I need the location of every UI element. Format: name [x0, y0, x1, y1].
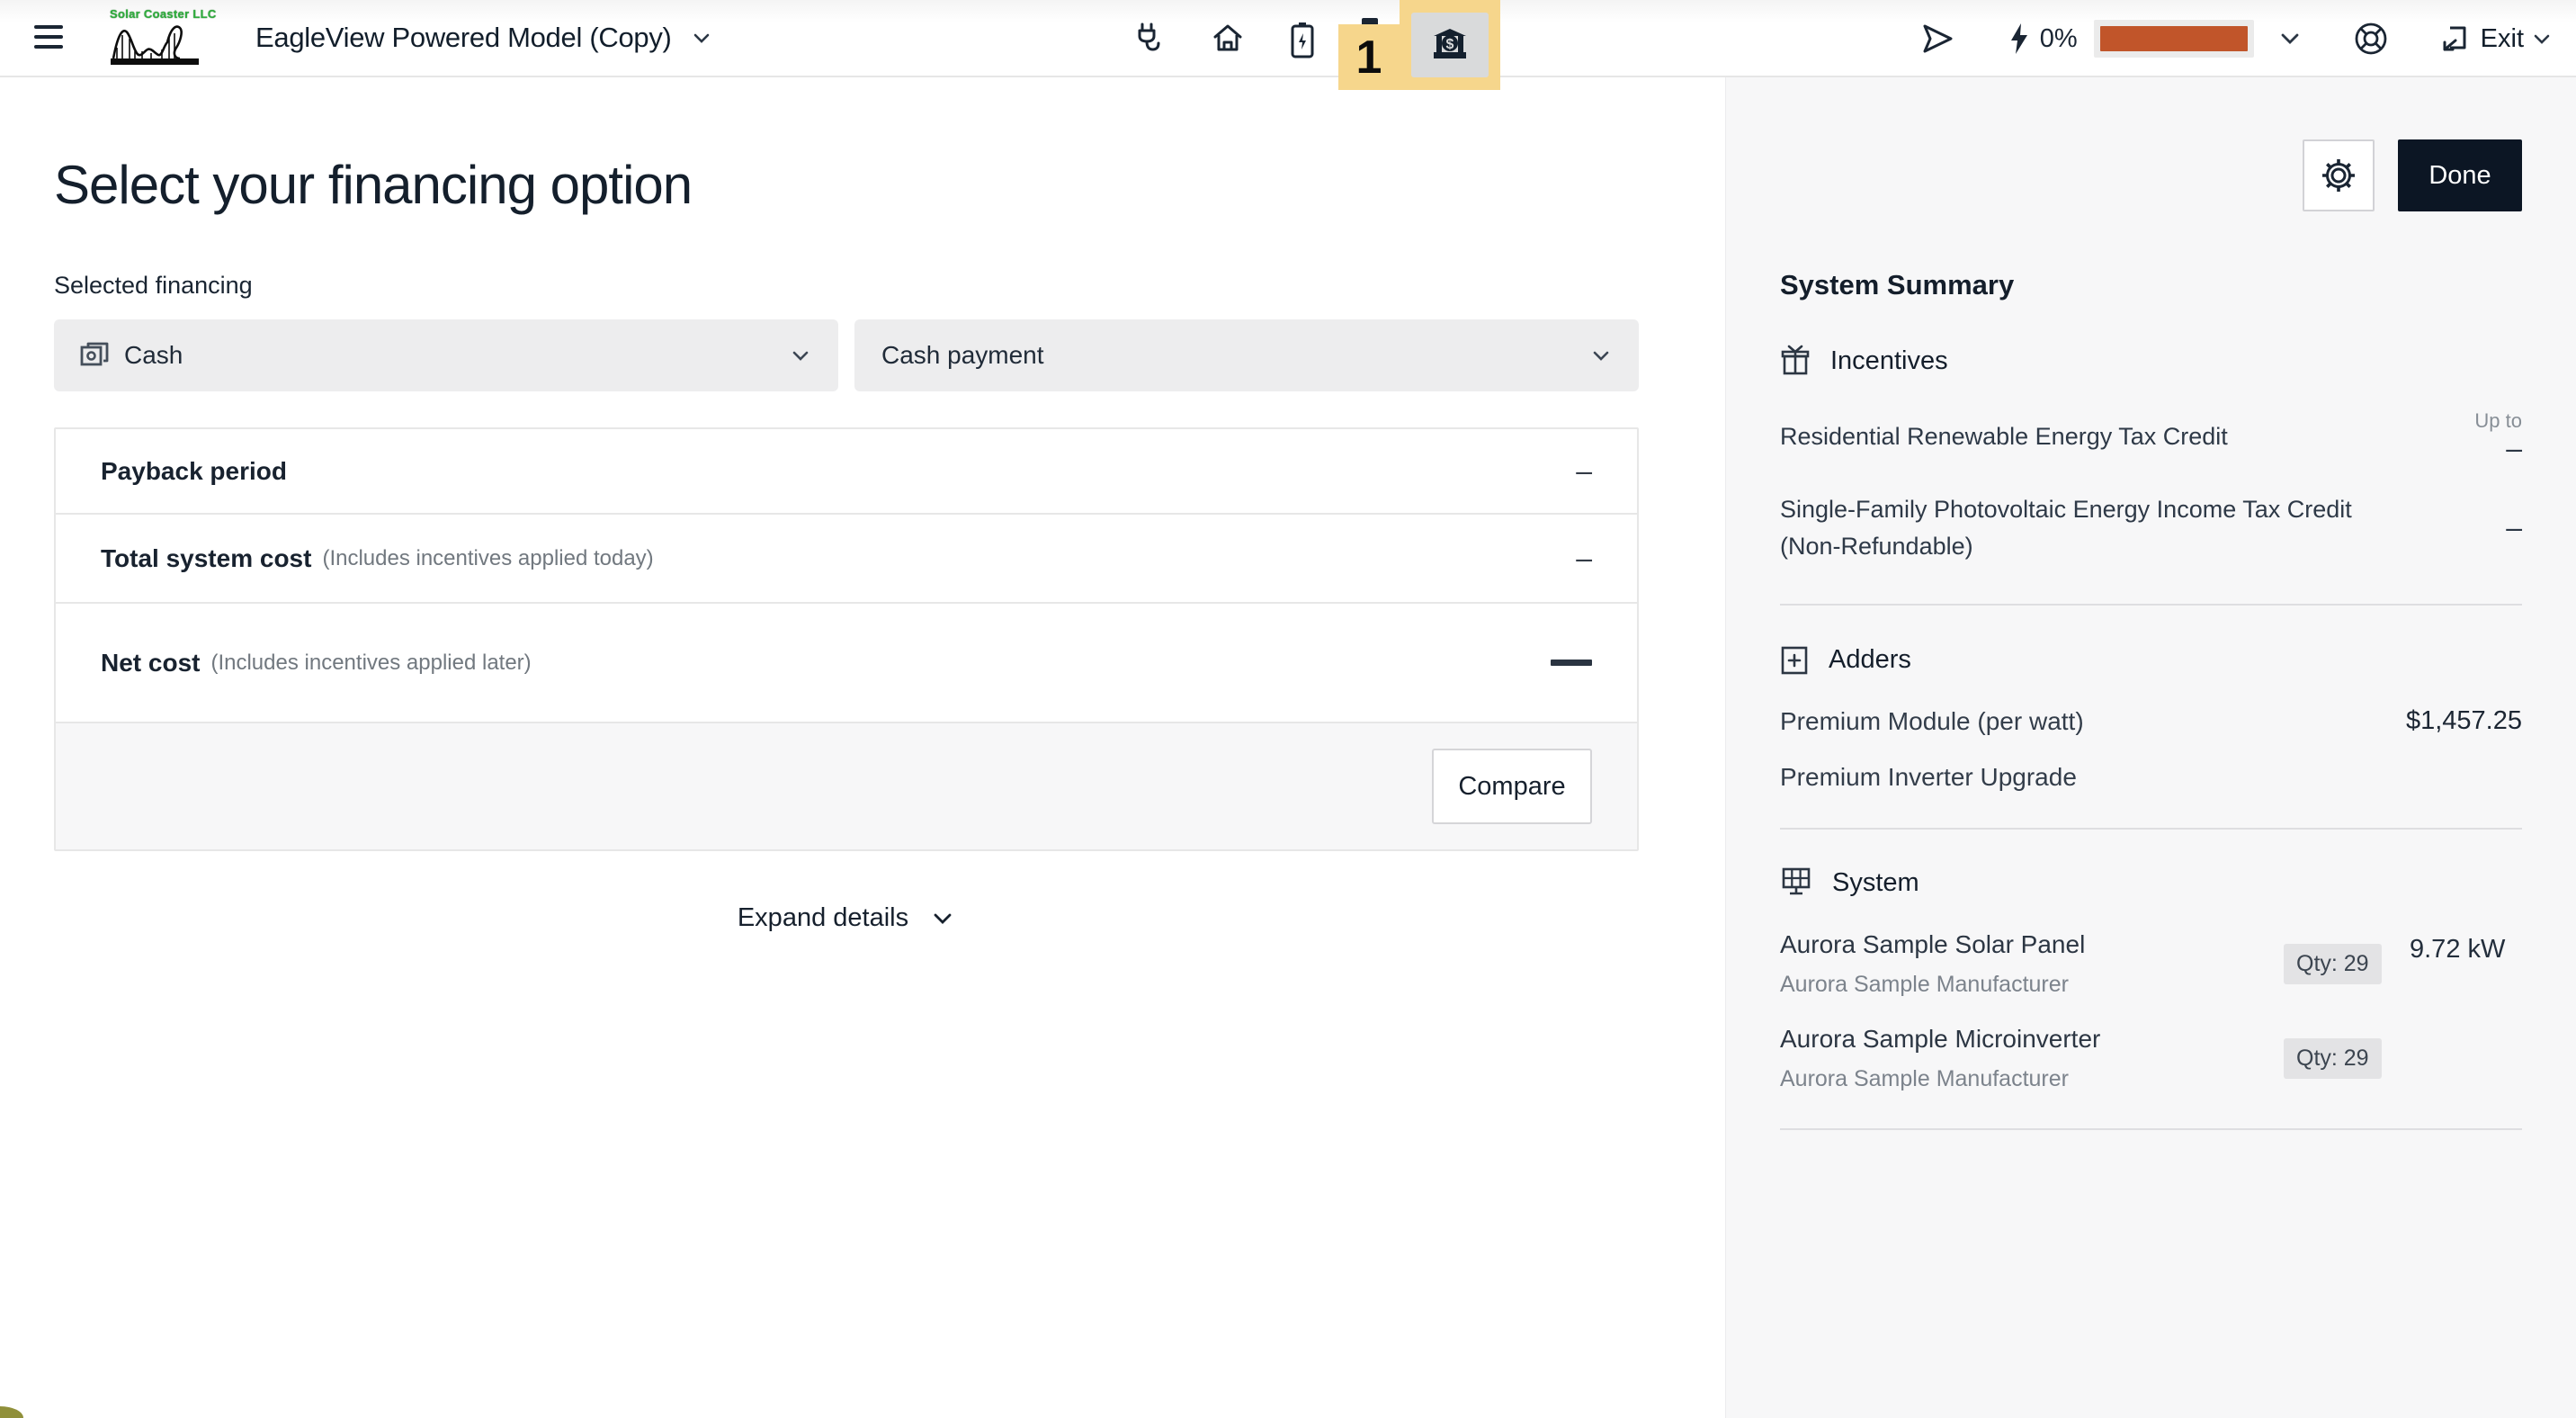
page-title: Select your financing option [54, 158, 1671, 212]
offset-progress-fill [2100, 26, 2248, 51]
total-system-cost-value: – [1576, 542, 1592, 575]
chevron-down-icon [930, 906, 955, 931]
incentive-name: Single-Family Photovoltaic Energy Income… [1780, 491, 2392, 564]
net-cost-label: Net cost [101, 649, 200, 678]
utility-plug-icon[interactable] [1131, 22, 1164, 56]
net-cost-row[interactable]: Net cost (Includes incentives applied la… [56, 604, 1637, 723]
payback-period-value: – [1576, 454, 1592, 488]
net-cost-note: (Includes incentives applied later) [210, 651, 531, 676]
adders-section-label: Adders [1829, 645, 1911, 675]
send-proposal-icon[interactable] [1921, 22, 1955, 55]
exit-chevron-down-icon [2531, 28, 2553, 49]
compare-button[interactable]: Compare [1432, 749, 1592, 824]
section-divider [1780, 604, 2522, 606]
component-capacity: 9.72 kW [2410, 930, 2518, 970]
adder-name: Premium Inverter Upgrade [1780, 763, 2077, 792]
total-system-cost-note: (Includes incentives applied today) [322, 546, 653, 571]
financing-main-panel: Select your financing option Selected fi… [0, 77, 1725, 1418]
system-summary-title: System Summary [1780, 269, 2522, 301]
project-title-menu[interactable]: EagleView Powered Model (Copy) [255, 22, 713, 54]
financing-summary-card: Payback period – Total system cost (Incl… [54, 427, 1639, 851]
solar-panel-icon [1780, 866, 1812, 900]
total-system-cost-label: Total system cost [101, 544, 311, 573]
incentive-item: Single-Family Photovoltaic Energy Income… [1780, 491, 2522, 564]
gift-icon [1780, 345, 1811, 377]
payback-period-label: Payback period [101, 457, 287, 486]
adder-name: Premium Module (per watt) [1780, 707, 2084, 736]
home-icon[interactable] [1211, 22, 1245, 56]
component-name: Aurora Sample Microinverter [1780, 1025, 2284, 1054]
done-button[interactable]: Done [2398, 139, 2522, 211]
company-logo[interactable]: Solar Coaster LLC [110, 7, 216, 70]
financing-type-value: Cash [124, 341, 183, 370]
svg-text:$: $ [1446, 37, 1454, 52]
component-name: Aurora Sample Solar Panel [1780, 930, 2284, 959]
exit-label: Exit [2481, 24, 2524, 54]
payment-option-value: Cash payment [881, 341, 1044, 370]
card-footer: Compare [56, 723, 1637, 849]
charge-percent: 0% [2040, 24, 2078, 54]
chevron-down-icon [788, 343, 813, 368]
financing-type-dropdown[interactable]: Cash [54, 319, 838, 391]
rollercoaster-logo-icon [110, 21, 210, 66]
annotation-step-badge: 1 [1338, 24, 1400, 90]
exit-door-icon [2437, 22, 2470, 55]
bank-dollar-icon: $ [1430, 27, 1470, 63]
component-manufacturer: Aurora Sample Manufacturer [1780, 1066, 2284, 1092]
cash-icon [79, 341, 110, 370]
section-divider [1780, 828, 2522, 830]
payment-option-dropdown[interactable]: Cash payment [854, 319, 1639, 391]
system-component-item: Aurora Sample Solar Panel Aurora Sample … [1780, 930, 2522, 998]
incentive-up-to-label: Up to [2474, 409, 2522, 433]
system-component-item: Aurora Sample Microinverter Aurora Sampl… [1780, 1025, 2522, 1092]
annotation-highlight-box: $ [1400, 0, 1500, 90]
battery-icon[interactable] [1288, 22, 1317, 59]
component-manufacturer: Aurora Sample Manufacturer [1780, 972, 2284, 998]
settings-button[interactable] [2303, 139, 2375, 211]
quantity-badge: Qty: 29 [2284, 1038, 2382, 1079]
incentive-item: Residential Renewable Energy Tax Credit … [1780, 409, 2522, 464]
adder-item: Premium Inverter Upgrade [1780, 763, 2522, 792]
hamburger-menu-icon[interactable] [34, 25, 63, 50]
offset-progress-bar [2094, 20, 2254, 58]
system-summary-sidebar: Done System Summary Incentives Residenti… [1725, 77, 2576, 1418]
progress-dropdown-chevron-icon[interactable] [2277, 26, 2303, 51]
top-bar: Solar Coaster LLC EagleView Powered Mode… [0, 0, 2576, 77]
plus-square-icon [1780, 643, 1809, 676]
incentive-name: Residential Renewable Energy Tax Credit [1780, 418, 2228, 455]
adder-value: $1,457.25 [2406, 706, 2522, 736]
expand-details-toggle[interactable]: Expand details [54, 903, 1639, 933]
section-divider [1780, 1128, 2522, 1130]
chevron-down-icon [1588, 343, 1614, 368]
system-section-label: System [1832, 868, 1919, 898]
total-system-cost-row[interactable]: Total system cost (Includes incentives a… [56, 515, 1637, 604]
incentive-value: – [2506, 512, 2522, 543]
quantity-badge: Qty: 29 [2284, 944, 2382, 984]
net-cost-value-dash [1551, 660, 1592, 666]
adder-item: Premium Module (per watt) $1,457.25 [1780, 706, 2522, 736]
help-lifebuoy-icon[interactable] [2353, 21, 2389, 57]
gear-icon [2320, 157, 2357, 194]
expand-details-label: Expand details [738, 903, 908, 932]
chevron-down-icon [690, 26, 713, 49]
payback-period-row[interactable]: Payback period – [56, 429, 1637, 515]
selected-financing-label: Selected financing [54, 272, 1671, 300]
project-title: EagleView Powered Model (Copy) [255, 22, 672, 54]
lightning-bolt-icon [2008, 22, 2031, 56]
exit-button[interactable]: Exit [2437, 22, 2553, 55]
financing-bank-icon-active[interactable]: $ [1411, 13, 1489, 77]
company-logo-text: Solar Coaster LLC [110, 7, 216, 21]
incentive-value: – [2474, 433, 2522, 464]
incentives-section-label: Incentives [1830, 346, 1948, 376]
